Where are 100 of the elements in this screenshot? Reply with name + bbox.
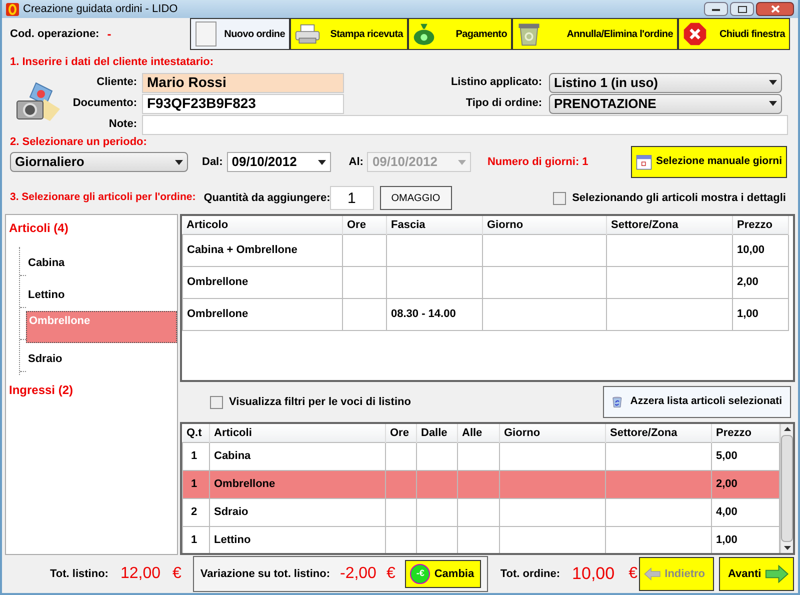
variation-label: Variazione su tot. listino: bbox=[200, 566, 330, 582]
tree-item[interactable]: Sdraio bbox=[26, 343, 177, 375]
table-cell: Ombrellone bbox=[187, 308, 248, 320]
table-cell: 1,00 bbox=[716, 534, 738, 546]
dropdown[interactable]: PRENOTAZIONE bbox=[549, 94, 782, 114]
column-header[interactable]: Articoli bbox=[214, 426, 252, 438]
trash-can-icon bbox=[517, 22, 541, 46]
currency-symbol: € bbox=[172, 564, 182, 584]
right-arrow-icon bbox=[765, 564, 789, 584]
close-icon bbox=[770, 5, 780, 13]
dropdown-arrow-icon bbox=[175, 160, 183, 164]
days-count: Numero di giorni: 1 bbox=[487, 154, 588, 170]
checkbox[interactable] bbox=[210, 396, 223, 408]
scroll-up-icon[interactable] bbox=[784, 427, 790, 431]
scroll-down-icon[interactable] bbox=[784, 546, 790, 550]
scrollbar[interactable] bbox=[780, 424, 793, 553]
table-cell: Sdraio bbox=[214, 506, 248, 518]
maximize-icon bbox=[738, 6, 746, 12]
column-header[interactable]: Prezzo bbox=[737, 218, 772, 230]
tree-group[interactable]: Ingressi (2) bbox=[6, 381, 177, 399]
change-button[interactable]: -€ Cambia bbox=[405, 560, 482, 588]
column-header[interactable]: Fascia bbox=[391, 218, 426, 230]
column-header[interactable]: Dalle bbox=[421, 426, 448, 438]
toolbar-button[interactable]: Chiudi finestra bbox=[678, 18, 790, 50]
list-total-value: 12,00 bbox=[120, 564, 160, 584]
table-cell: 2,00 bbox=[716, 478, 738, 490]
table-row[interactable]: 1 Lettino 1,00 bbox=[182, 526, 780, 553]
manual-days-button[interactable]: Selezione manuale giorni bbox=[631, 146, 787, 178]
table-cell: 4,00 bbox=[716, 506, 738, 518]
section-heading: 3. Selezionare gli articoli per l'ordine: bbox=[10, 190, 196, 206]
column-header[interactable]: Settore/Zona bbox=[611, 218, 678, 230]
quantity-field[interactable]: 1 bbox=[330, 186, 374, 210]
field-label: Al: bbox=[348, 154, 364, 170]
order-total-label: Tot. ordine: bbox=[500, 566, 560, 582]
field-label: Dal: bbox=[202, 154, 223, 170]
toolbar-button[interactable]: Nuovo ordine bbox=[190, 18, 290, 50]
date-picker[interactable]: 09/10/2012 bbox=[226, 152, 331, 172]
toolbar-button[interactable]: Annulla/Elimina l'ordine bbox=[512, 18, 678, 50]
toolbar-button[interactable]: Stampa ricevuta bbox=[290, 18, 408, 50]
text-field[interactable]: F93QF23B9F823 bbox=[142, 94, 344, 114]
dropdown-arrow-icon bbox=[769, 80, 777, 85]
section-heading: 1. Inserire i dati del cliente intestatario: bbox=[10, 55, 215, 70]
checkbox-label: Visualizza filtri per le voci di listino bbox=[229, 394, 411, 410]
tree-group[interactable]: Articoli (4) bbox=[6, 219, 177, 237]
list-total-label: Tot. listino: bbox=[50, 566, 108, 582]
table-cell: 1,00 bbox=[737, 308, 758, 320]
table-cell: Cabina bbox=[214, 450, 251, 462]
field-label: Note: bbox=[108, 117, 138, 132]
field-label: Cliente: bbox=[96, 75, 138, 90]
currency-symbol: € bbox=[628, 564, 638, 584]
notes-field[interactable] bbox=[142, 114, 788, 134]
close-button[interactable] bbox=[756, 2, 794, 16]
tree-item[interactable]: Cabina bbox=[26, 247, 177, 279]
column-header[interactable]: Giorno bbox=[487, 218, 524, 230]
clear-list-button[interactable]: Azzera lista articoli selezionati bbox=[603, 386, 791, 418]
minus-euro-icon: -€ bbox=[410, 564, 430, 584]
field-label: Tipo di ordine: bbox=[464, 96, 543, 112]
table-cell-text: 1 bbox=[190, 478, 198, 490]
column-header[interactable]: Q.t bbox=[186, 426, 202, 438]
table-cell: Ombrellone bbox=[187, 276, 248, 288]
quantity-label: Quantità da aggiungere: bbox=[204, 190, 330, 206]
navigation-button[interactable]: Avanti bbox=[719, 557, 794, 591]
order-total-value: 10,00 bbox=[572, 563, 615, 586]
maximize-button[interactable] bbox=[730, 2, 754, 16]
dropdown-arrow-icon bbox=[769, 101, 777, 106]
table-cell-text: 2 bbox=[190, 506, 198, 518]
table-cell: 08.30 - 14.00 bbox=[391, 308, 456, 320]
column-header[interactable]: Ore bbox=[390, 426, 409, 438]
money-bag-icon bbox=[413, 22, 435, 46]
column-header[interactable]: Articolo bbox=[186, 218, 228, 230]
operation-code-value: - bbox=[107, 26, 112, 43]
currency-symbol: € bbox=[386, 564, 396, 584]
column-header[interactable]: Settore/Zona bbox=[610, 426, 678, 438]
field-label: Listino applicato: bbox=[450, 75, 543, 90]
period-dropdown[interactable]: Giornaliero bbox=[10, 152, 188, 172]
column-header[interactable]: Ore bbox=[347, 218, 366, 230]
column-header[interactable]: Alle bbox=[462, 426, 482, 438]
dropdown[interactable]: Listino 1 (in uso) bbox=[549, 72, 782, 92]
table-cell-text: 1 bbox=[190, 534, 198, 546]
column-header[interactable]: Prezzo bbox=[716, 426, 752, 438]
text-field[interactable]: Mario Rossi bbox=[142, 72, 344, 92]
table-row[interactable]: 1 Cabina 5,00 bbox=[182, 442, 780, 470]
minimize-button[interactable] bbox=[704, 2, 728, 16]
column-header[interactable]: Giorno bbox=[504, 426, 540, 438]
table-cell: 10,00 bbox=[737, 244, 765, 256]
app-logo-icon bbox=[6, 2, 19, 16]
minimize-icon bbox=[712, 8, 720, 10]
variation-value: -2,00 bbox=[340, 564, 376, 584]
checkbox-label: Selezionando gli articoli mostra i dettagli bbox=[572, 190, 786, 206]
tree-item[interactable]: Lettino bbox=[26, 279, 177, 311]
gift-button[interactable]: OMAGGIO bbox=[380, 186, 452, 210]
window-title: Creazione guidata ordini - LIDO bbox=[23, 2, 178, 17]
toolbar-button[interactable]: Pagamento bbox=[408, 18, 512, 50]
field-label: Documento: bbox=[72, 96, 138, 112]
checkbox[interactable] bbox=[553, 192, 566, 204]
table-cell: Cabina + Ombrellone bbox=[187, 244, 298, 256]
table-row[interactable]: 1 Ombrellone 2,00 bbox=[182, 470, 780, 498]
operation-code-label: Cod. operazione: bbox=[10, 26, 100, 42]
table-row[interactable]: 2 Sdraio 4,00 bbox=[182, 498, 780, 526]
dropdown-arrow-icon bbox=[318, 160, 326, 164]
